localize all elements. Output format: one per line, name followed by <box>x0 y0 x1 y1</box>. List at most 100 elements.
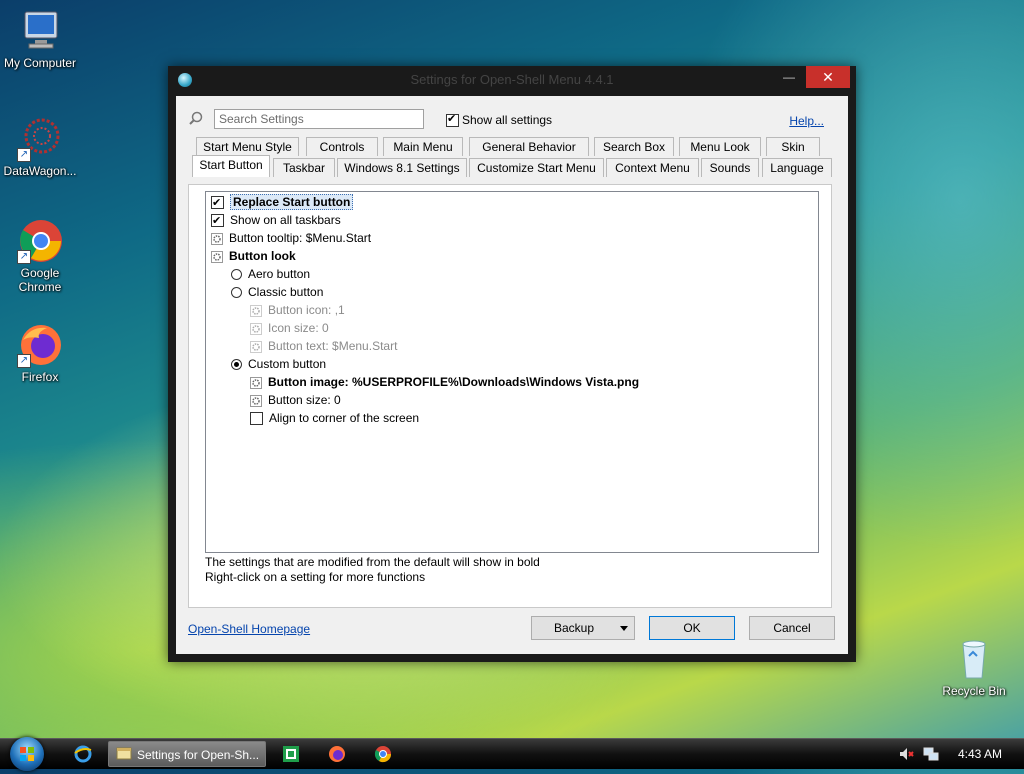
setting-button-look[interactable]: Button look <box>211 247 296 265</box>
setting-label: Aero button <box>248 267 311 281</box>
setting-label: Replace Start button <box>230 194 354 210</box>
setting-label: Button tooltip: $Menu.Start <box>229 231 372 245</box>
tab-controls[interactable]: Controls <box>306 137 378 156</box>
backup-button[interactable]: Backup <box>531 616 635 640</box>
setting-button-tooltip[interactable]: Button tooltip: $Menu.Start <box>211 229 371 247</box>
setting-replace-start-button[interactable]: Replace Start button <box>211 193 354 212</box>
setting-button-size[interactable]: Button size: 0 <box>250 391 341 409</box>
tab-main-menu[interactable]: Main Menu <box>383 137 463 156</box>
tab-start-button[interactable]: Start Button <box>192 155 270 177</box>
setting-label: Button icon: ,1 <box>268 303 345 317</box>
right-click-note: Right-click on a setting for more functi… <box>205 570 426 584</box>
chrome-icon: ↗ <box>17 218 63 264</box>
tab-windows-8-1-settings[interactable]: Windows 8.1 Settings <box>337 158 467 177</box>
setting-classic-button[interactable]: Classic button <box>231 283 323 301</box>
minimize-button[interactable]: — <box>774 66 804 88</box>
desktop-icon-datawagon[interactable]: ↗ DataWagon... <box>0 116 80 178</box>
setting-label: Align to corner of the screen <box>269 411 420 425</box>
setting-button-text[interactable]: Button text: $Menu.Start <box>250 337 397 355</box>
datawagon-icon: ↗ <box>17 116 63 162</box>
close-button[interactable]: ✕ <box>806 66 850 88</box>
show-all-settings-label: Show all settings <box>462 113 553 127</box>
spreadsheet-app-icon[interactable] <box>282 745 300 763</box>
setting-show-on-all-taskbars[interactable]: Show on all taskbars <box>211 211 341 230</box>
desktop-icon-label: Firefox <box>21 370 59 384</box>
setting-gear-icon <box>211 232 223 245</box>
tab-sounds[interactable]: Sounds <box>701 158 759 177</box>
setting-label: Icon size: 0 <box>268 321 329 335</box>
taskbar-item-label: Settings for Open-Sh... <box>137 748 260 762</box>
desktop-icon-google-chrome[interactable]: ↗ Google Chrome <box>0 218 80 294</box>
setting-label: Classic button <box>248 285 324 299</box>
start-button-panel: Replace Start button Show on all taskbar… <box>188 184 832 608</box>
setting-label: Show on all taskbars <box>230 213 341 227</box>
desktop-icon-firefox[interactable]: ↗ Firefox <box>0 322 80 384</box>
title-bar[interactable]: Settings for Open-Shell Menu 4.4.1 — ✕ <box>168 66 856 94</box>
settings-window: Settings for Open-Shell Menu 4.4.1 — ✕ S… <box>168 66 856 662</box>
tab-customize-start-menu[interactable]: Customize Start Menu <box>469 158 604 177</box>
setting-gear-icon <box>250 304 262 317</box>
firefox-icon: ↗ <box>17 322 63 368</box>
window-title: Settings for Open-Shell Menu 4.4.1 <box>410 72 614 87</box>
recycle-bin-icon <box>951 636 997 682</box>
desktop-icon-my-computer[interactable]: My Computer <box>0 8 80 70</box>
setting-label: Button text: $Menu.Start <box>268 339 398 353</box>
tab-search-box[interactable]: Search Box <box>594 137 674 156</box>
settings-tree[interactable]: Replace Start button Show on all taskbar… <box>205 191 819 553</box>
tab-context-menu[interactable]: Context Menu <box>606 158 699 177</box>
internet-explorer-icon[interactable] <box>74 745 92 763</box>
help-link[interactable]: Help... <box>789 114 824 128</box>
setting-custom-button[interactable]: Custom button <box>231 355 326 373</box>
open-shell-homepage-link[interactable]: Open-Shell Homepage <box>188 622 310 636</box>
checkbox-box[interactable] <box>446 112 459 128</box>
radio-icon[interactable] <box>231 287 242 299</box>
desktop-icon-recycle-bin[interactable]: Recycle Bin <box>934 636 1014 698</box>
desktop-icon-label: DataWagon... <box>3 164 77 178</box>
firefox-taskbar-icon[interactable] <box>328 745 346 763</box>
radio-icon[interactable] <box>231 359 242 371</box>
checkbox-icon[interactable] <box>250 412 263 426</box>
setting-icon-size[interactable]: Icon size: 0 <box>250 319 329 337</box>
settings-window-taskbar-icon <box>116 745 134 763</box>
checkbox-icon[interactable] <box>211 194 224 212</box>
setting-label: Custom button <box>248 357 327 371</box>
ok-button[interactable]: OK <box>649 616 735 640</box>
modified-settings-note: The settings that are modified from the … <box>205 555 540 569</box>
start-button[interactable] <box>10 737 44 771</box>
backup-button-label: Backup <box>553 621 595 635</box>
setting-label: Button size: 0 <box>268 393 341 407</box>
setting-gear-icon <box>250 340 262 353</box>
setting-align-to-corner[interactable]: Align to corner of the screen <box>250 409 419 427</box>
computer-icon <box>17 8 63 54</box>
setting-button-icon[interactable]: Button icon: ,1 <box>250 301 345 319</box>
desktop-icon-label: Google Chrome <box>18 266 62 294</box>
setting-button-image[interactable]: Button image: %USERPROFILE%\Downloads\Wi… <box>250 373 639 391</box>
setting-gear-icon <box>250 394 262 407</box>
setting-gear-icon <box>211 250 223 263</box>
tab-language[interactable]: Language <box>762 158 832 177</box>
setting-gear-icon <box>250 322 262 335</box>
cancel-button[interactable]: Cancel <box>749 616 835 640</box>
setting-label: Button look <box>229 249 296 263</box>
tab-skin[interactable]: Skin <box>766 137 820 156</box>
desktop-icon-label: My Computer <box>3 56 77 70</box>
setting-aero-button[interactable]: Aero button <box>231 265 310 283</box>
checkbox-icon[interactable] <box>211 212 224 230</box>
show-all-settings-checkbox[interactable]: Show all settings <box>446 112 553 128</box>
setting-gear-icon <box>250 376 262 389</box>
settings-client-area: Show all settings Help... Start Menu Sty… <box>176 96 848 654</box>
network-icon[interactable] <box>922 745 940 763</box>
chrome-taskbar-icon[interactable] <box>374 745 392 763</box>
dropdown-arrow-icon <box>620 626 628 631</box>
windows-logo-icon <box>20 747 34 761</box>
radio-icon[interactable] <box>231 269 242 281</box>
volume-muted-icon[interactable] <box>898 745 916 763</box>
desktop-icon-label: Recycle Bin <box>942 684 1006 698</box>
taskbar: Settings for Open-Sh... 4:43 AM <box>0 737 1024 771</box>
system-clock[interactable]: 4:43 AM <box>958 747 1002 761</box>
tab-menu-look[interactable]: Menu Look <box>679 137 761 156</box>
search-settings-input[interactable] <box>214 109 424 129</box>
tab-taskbar[interactable]: Taskbar <box>273 158 335 177</box>
tab-general-behavior[interactable]: General Behavior <box>469 137 589 156</box>
tab-start-menu-style[interactable]: Start Menu Style <box>196 137 299 156</box>
